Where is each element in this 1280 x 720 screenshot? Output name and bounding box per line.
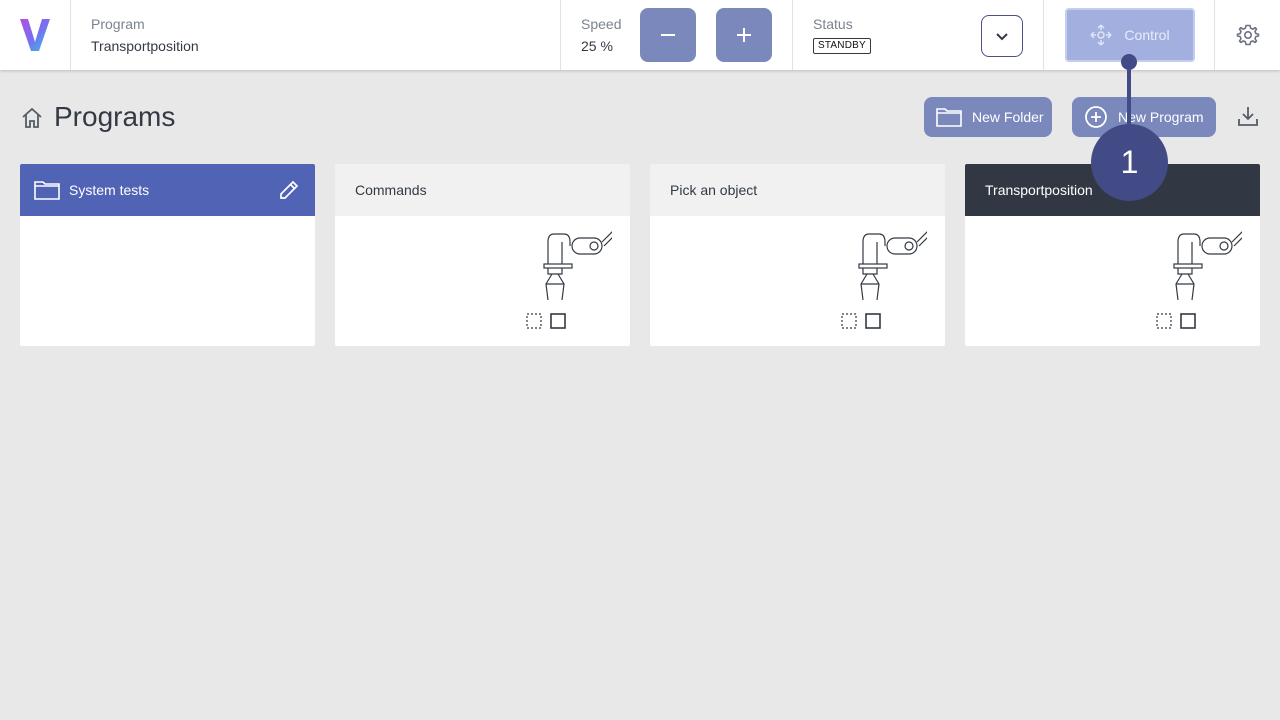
annotation-number: 1 — [1120, 144, 1139, 180]
status-section: Status STANDBY — [793, 0, 1044, 70]
page-title: Programs — [54, 101, 176, 132]
program-section: Program Transportposition — [71, 0, 561, 70]
card-title: Commands — [355, 182, 427, 198]
card-header: Pick an object — [650, 164, 945, 216]
robot-arm-icon — [526, 231, 612, 329]
home-icon[interactable] — [20, 106, 44, 130]
robot-arm-icon — [1156, 231, 1242, 329]
robot-arm-icon — [841, 231, 927, 329]
program-value: Transportposition — [91, 38, 199, 54]
card-header: System tests — [20, 164, 315, 216]
card-title: Pick an object — [670, 182, 758, 198]
new-folder-button[interactable]: New Folder — [924, 97, 1052, 137]
plus-icon — [737, 28, 751, 42]
minus-icon — [661, 34, 675, 36]
folder-icon — [936, 108, 962, 127]
status-badge: STANDBY — [813, 38, 871, 54]
download-icon[interactable] — [1236, 104, 1260, 128]
program-label: Program — [91, 16, 145, 32]
card-header: Commands — [335, 164, 630, 216]
speed-increase-button[interactable] — [716, 8, 772, 62]
chevron-down-icon — [996, 33, 1008, 41]
settings-section — [1215, 0, 1280, 70]
speed-section: Speed 25 % — [561, 0, 793, 70]
card-title: System tests — [69, 182, 150, 198]
top-bar: Program Transportposition Speed 25 % Sta… — [0, 0, 1280, 70]
speed-decrease-button[interactable] — [640, 8, 696, 62]
program-card-commands[interactable]: Commands — [335, 164, 630, 346]
folder-icon — [34, 181, 60, 200]
card-title: Transportposition — [985, 182, 1093, 198]
move-icon — [1090, 24, 1112, 46]
logo-icon — [20, 19, 50, 51]
annotation-connector — [1127, 62, 1131, 128]
annotation-marker: 1 — [1091, 124, 1168, 201]
folder-card-system-tests[interactable]: System tests — [20, 164, 315, 346]
pencil-icon[interactable] — [278, 179, 300, 201]
speed-value: 25 % — [581, 38, 613, 54]
app-logo[interactable] — [0, 0, 71, 70]
gear-icon[interactable] — [1236, 23, 1260, 47]
status-label: Status — [813, 16, 853, 32]
annotation-anchor-dot — [1121, 54, 1137, 70]
control-button-label: Control — [1124, 27, 1170, 43]
status-dropdown-button[interactable] — [981, 15, 1023, 57]
plus-circle-icon — [1085, 106, 1107, 128]
program-card-pick-an-object[interactable]: Pick an object — [650, 164, 945, 346]
speed-label: Speed — [581, 16, 622, 32]
new-folder-label: New Folder — [972, 109, 1044, 125]
